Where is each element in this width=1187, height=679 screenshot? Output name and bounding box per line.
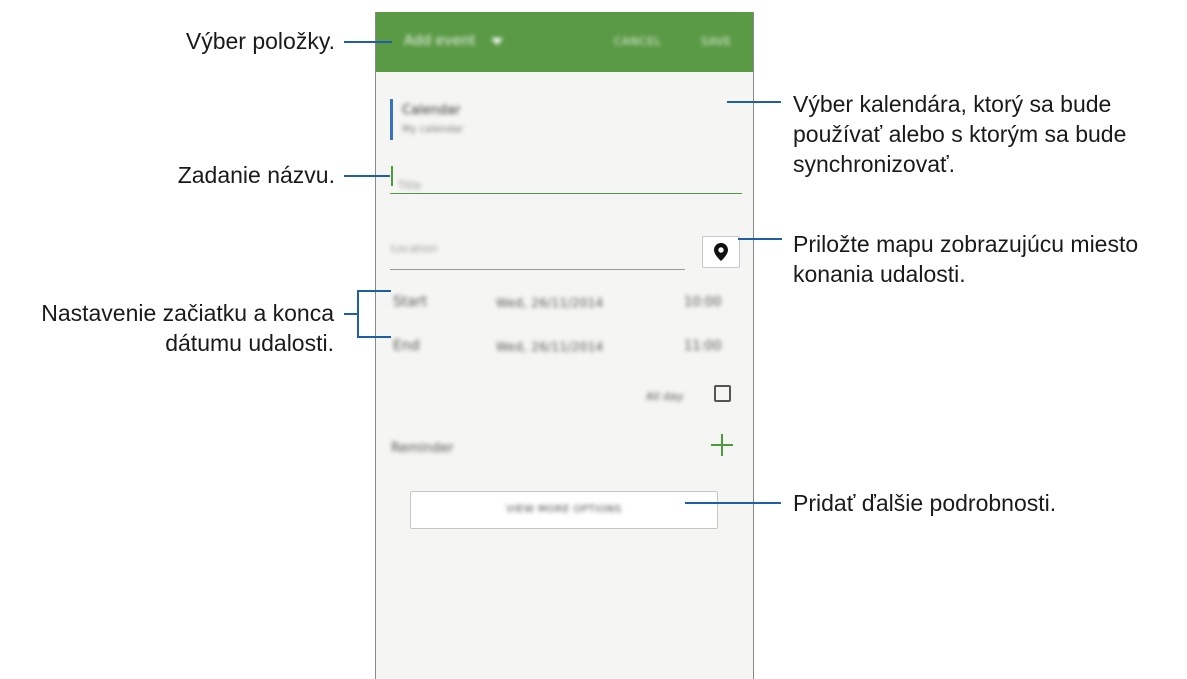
callout-dates-line2: dátumu udalosti. (165, 330, 334, 356)
start-label: Start (393, 294, 428, 310)
view-more-options-label: VIEW MORE OPTIONS (506, 504, 622, 515)
callout-map-line1: Priložte mapu zobrazujúcu miesto (793, 231, 1139, 257)
end-time[interactable]: 11:00 (684, 339, 721, 354)
callout-map-line2: konania udalosti. (793, 261, 966, 287)
reminder-label: Reminder (391, 441, 454, 456)
end-date[interactable]: Wed, 26/11/2014 (496, 340, 603, 354)
calendar-account: My calendar (402, 124, 464, 135)
callout-line-item-select (344, 41, 392, 43)
end-label: End (393, 338, 420, 354)
callout-map: Priložte mapu zobrazujúcu miesto konania… (793, 229, 1138, 289)
event-form: Calendar My calendar Title Location Star… (376, 72, 753, 679)
checkbox-icon[interactable] (714, 385, 731, 402)
callout-item-select: Výber položky. (185, 28, 335, 54)
location-underline (390, 269, 685, 270)
calendar-color-indicator (390, 99, 393, 140)
calendar-name: Calendar (402, 103, 461, 118)
title-input[interactable]: Title (398, 179, 422, 192)
start-date[interactable]: Wed, 26/11/2014 (496, 296, 603, 310)
callout-dates: Nastavenie začiatku a konca dátumu udalo… (41, 298, 334, 358)
save-button[interactable]: SAVE (701, 35, 731, 48)
phone-screen: Add event CANCEL SAVE Calendar My calend… (375, 12, 754, 679)
caret-down-icon[interactable] (491, 38, 503, 45)
callout-line-title (344, 175, 390, 177)
callout-bracket-bottom (357, 336, 391, 338)
text-cursor (391, 166, 393, 186)
callout-calendar-line2: používať alebo s ktorým sa bude (793, 121, 1127, 147)
plus-icon[interactable] (711, 434, 733, 456)
callout-line-map (738, 238, 782, 240)
start-time[interactable]: 10:00 (684, 295, 721, 310)
title-underline (390, 193, 742, 194)
callout-line-details (685, 502, 781, 504)
cancel-button[interactable]: CANCEL (614, 35, 661, 48)
callout-bracket-top (357, 290, 391, 292)
item-type-dropdown[interactable]: Add event (404, 33, 475, 49)
map-pin-icon (714, 243, 728, 261)
view-more-options-button[interactable]: VIEW MORE OPTIONS (410, 491, 718, 529)
location-input[interactable]: Location (391, 242, 438, 255)
app-bar: Add event CANCEL SAVE (376, 12, 753, 72)
callout-calendar-line3: synchronizovať. (793, 151, 956, 177)
callout-details: Pridať ďalšie podrobnosti. (793, 490, 1057, 516)
callout-bracket-dates (357, 290, 359, 338)
callout-line-dates (344, 313, 358, 315)
map-button[interactable] (702, 236, 740, 268)
callout-calendar-line1: Výber kalendára, ktorý sa bude (793, 91, 1112, 117)
all-day-label: All day (646, 390, 684, 403)
callout-calendar: Výber kalendára, ktorý sa bude používať … (793, 89, 1126, 179)
callout-title: Zadanie názvu. (177, 162, 335, 188)
callout-line-calendar (727, 101, 781, 103)
callout-dates-line1: Nastavenie začiatku a konca (41, 300, 334, 326)
